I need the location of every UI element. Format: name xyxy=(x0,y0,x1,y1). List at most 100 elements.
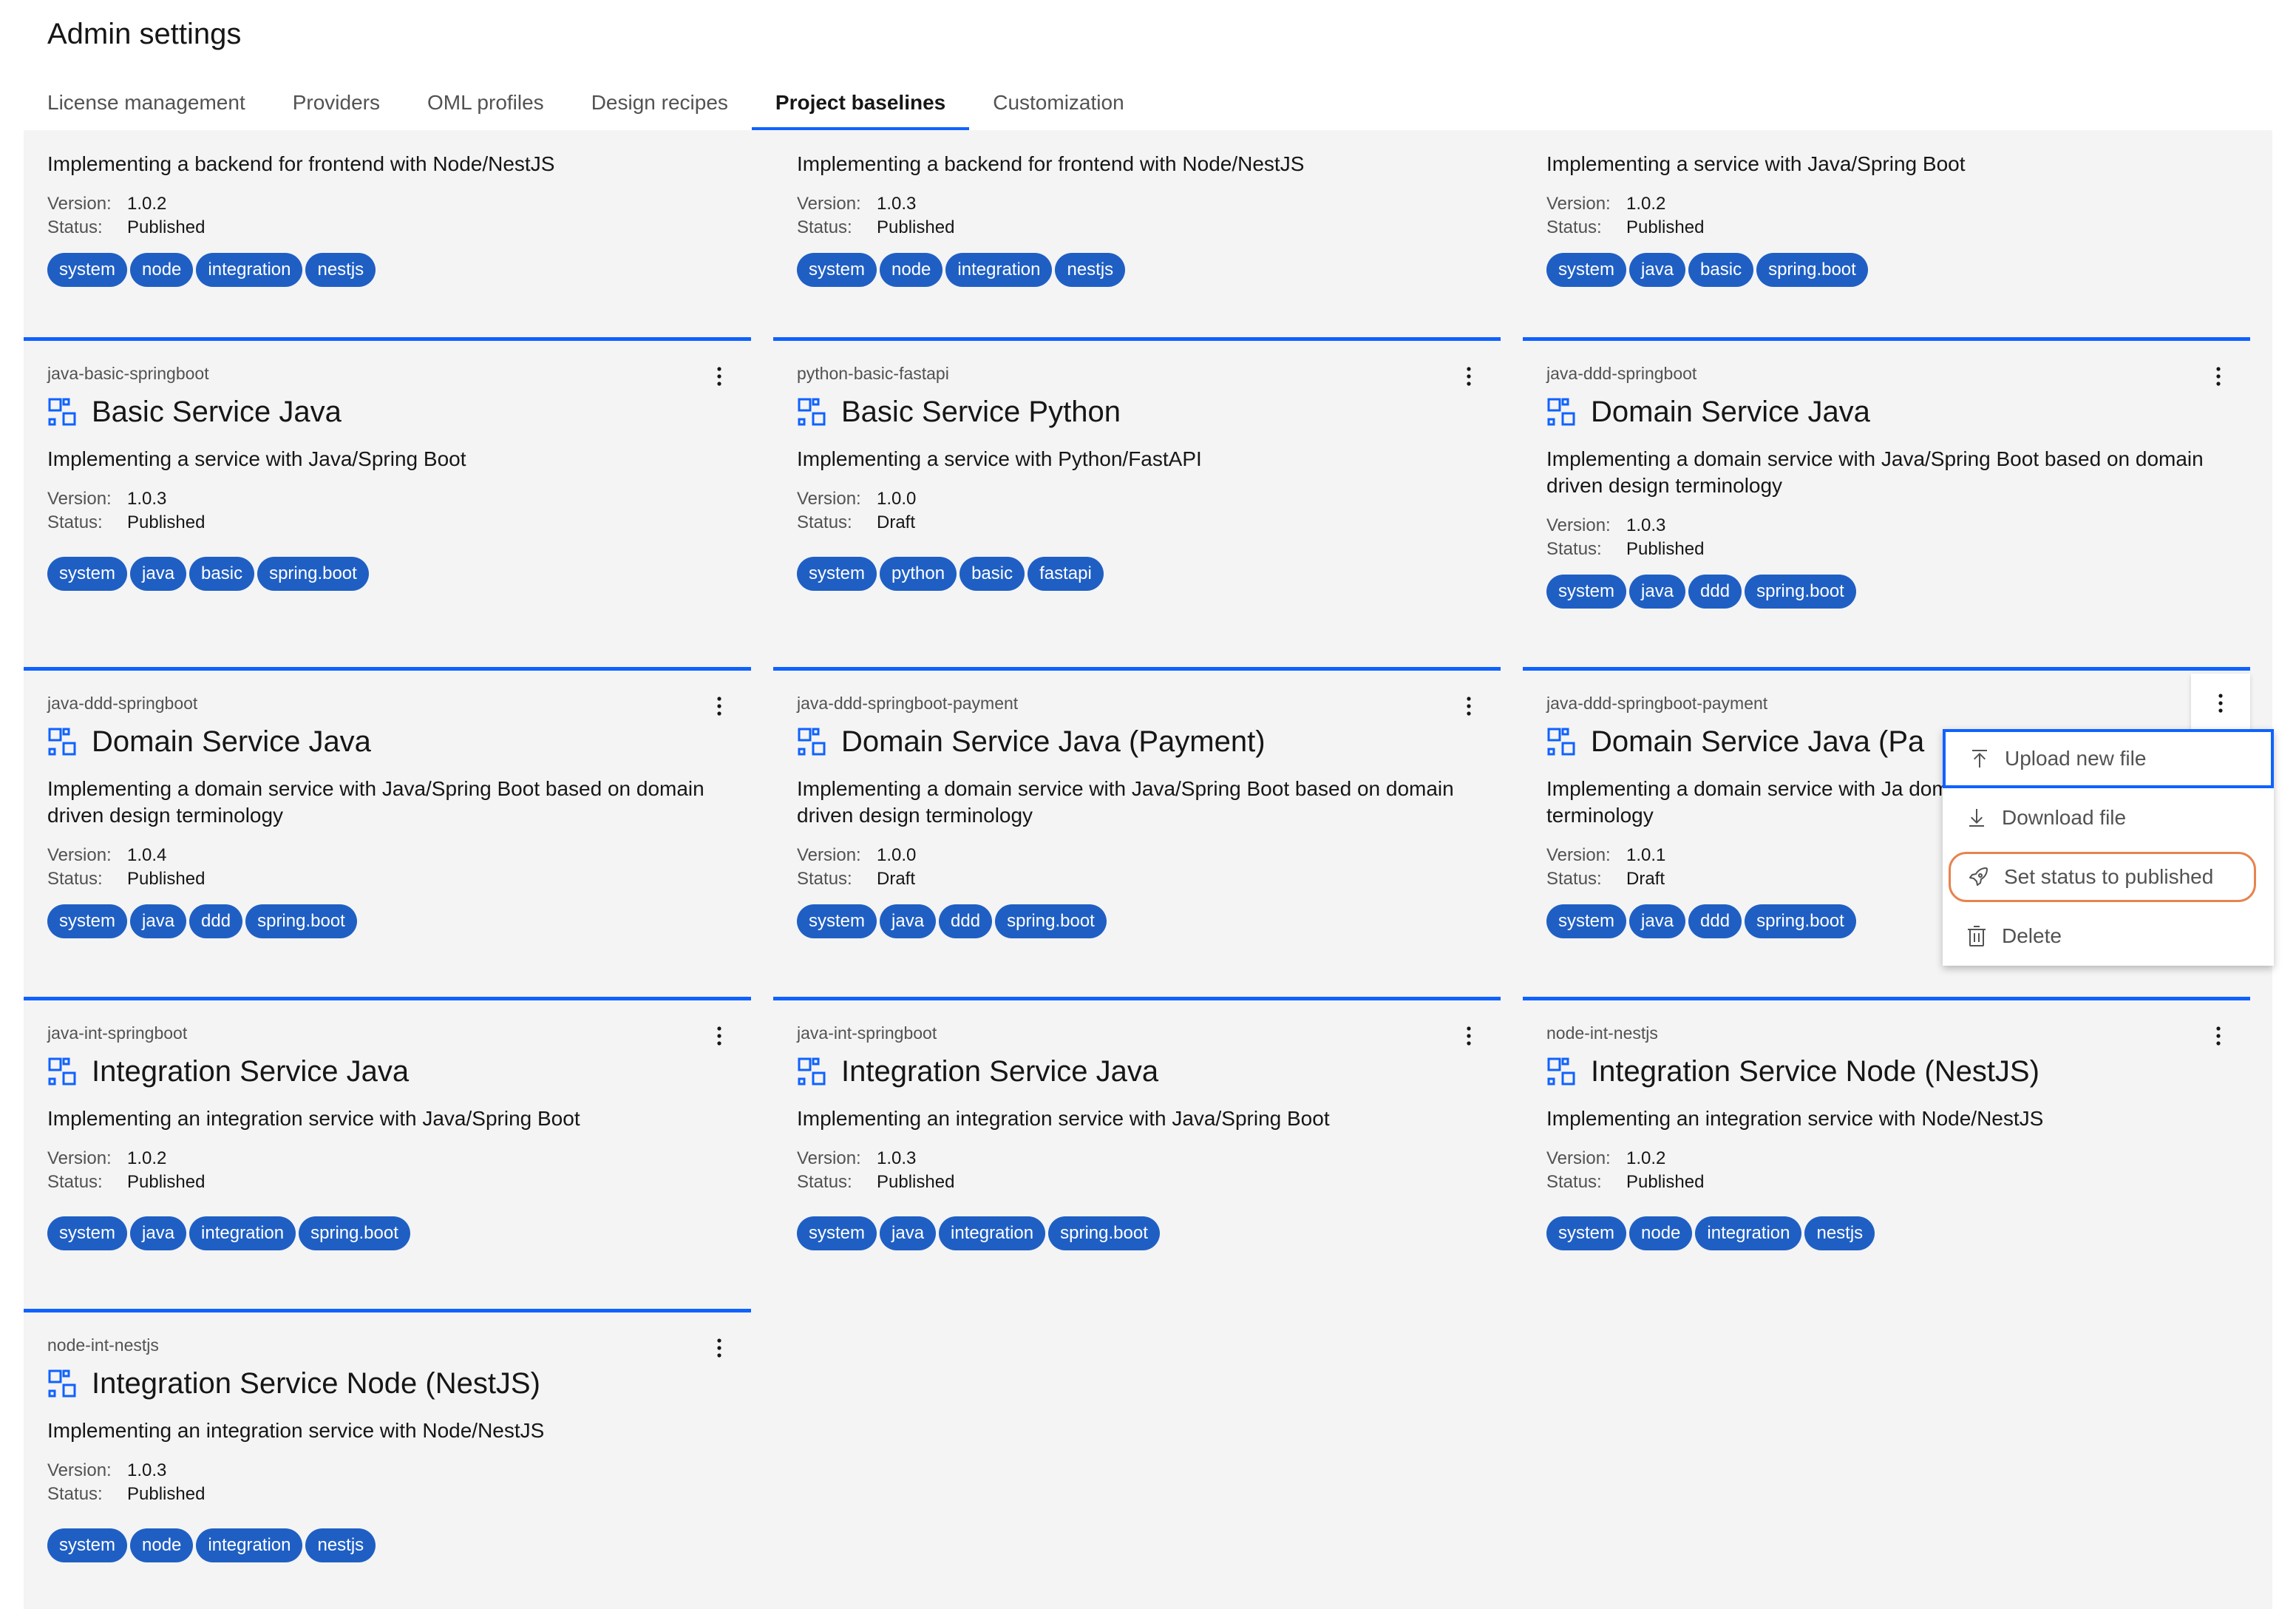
overflow-menu-button[interactable] xyxy=(2207,362,2229,391)
status-value: Published xyxy=(1626,217,1705,237)
overflow-menu-button[interactable] xyxy=(708,691,730,721)
baseline-card[interactable]: java-ddd-springboot Domain Service Java Im… xyxy=(24,667,751,976)
overflow-menu-button[interactable] xyxy=(708,1021,730,1051)
overflow-menu-button[interactable] xyxy=(708,1333,730,1363)
tag: spring.boot xyxy=(995,904,1107,938)
baseline-meta: Version: 1.0.0 Status: Draft xyxy=(797,487,1477,535)
overflow-menu-icon xyxy=(2216,1026,2221,1046)
tag: ddd xyxy=(1688,575,1742,609)
overflow-menu-button[interactable] xyxy=(1458,362,1480,391)
baseline-card[interactable]: node-int-nestjs Integration Service Node … xyxy=(24,1309,751,1597)
baseline-icon xyxy=(798,1057,826,1085)
tag: spring.boot xyxy=(1745,575,1856,609)
tab-providers[interactable]: Providers xyxy=(269,78,404,130)
tag: ddd xyxy=(189,904,243,938)
baseline-description: Implementing a domain service with Java/… xyxy=(47,777,704,827)
version-value: 1.0.3 xyxy=(127,489,167,509)
tag: ddd xyxy=(939,904,993,938)
tag: node xyxy=(880,253,943,287)
overflow-menu-button[interactable] xyxy=(1458,1021,1480,1051)
baseline-id: java-ddd-springboot xyxy=(1546,364,1697,383)
tag: java xyxy=(130,557,187,591)
baseline-icon xyxy=(48,1369,76,1398)
card-title-row: Integration Service Node (NestJS) xyxy=(1546,1054,2227,1089)
baseline-id: java-ddd-springboot-payment xyxy=(1546,694,1768,713)
tag: basic xyxy=(1688,253,1754,287)
tab-oml-profiles[interactable]: OML profiles xyxy=(404,78,568,130)
tag: system xyxy=(47,1216,128,1250)
baseline-description: Implementing a domain service with Java/… xyxy=(797,777,1454,827)
tag-list: system node integration nestjs xyxy=(47,1528,727,1562)
baseline-description: Implementing a backend for frontend with… xyxy=(47,152,555,175)
baseline-card[interactable]: node-int-nestjs Integration Service Node … xyxy=(1523,997,2250,1285)
tag: spring.boot xyxy=(1756,253,1868,287)
card-title-row: Integration Service Java xyxy=(797,1054,1477,1089)
menu-item-delete[interactable]: Delete xyxy=(1943,907,2274,966)
tag: python xyxy=(880,557,957,591)
tag: basic xyxy=(189,557,255,591)
baseline-id: java-basic-springboot xyxy=(47,364,209,383)
status-label: Status: xyxy=(47,1484,103,1504)
baseline-card[interactable]: java-int-springboot Integration Service J… xyxy=(773,997,1501,1285)
card-title-row: Integration Service Node (NestJS) xyxy=(47,1366,727,1401)
tag: java xyxy=(1629,253,1686,287)
version-label: Version: xyxy=(1546,515,1611,535)
baseline-card[interactable]: python-basic-fastapi Basic Service Python… xyxy=(773,337,1501,646)
baseline-id: node-int-nestjs xyxy=(1546,1023,1658,1043)
baseline-card[interactable]: java-ddd-springboot Domain Service Java Im… xyxy=(1523,337,2250,646)
tag-list: system node integration nestjs xyxy=(797,253,1477,287)
menu-item-label: Delete xyxy=(2002,924,2062,947)
baseline-id: java-int-springboot xyxy=(47,1023,188,1043)
overflow-menu-button[interactable] xyxy=(2207,1021,2229,1051)
version-label: Version: xyxy=(1546,194,1611,214)
overflow-menu-button[interactable] xyxy=(2191,674,2250,733)
card-title-row: Domain Service Java xyxy=(47,724,727,759)
status-label: Status: xyxy=(797,217,852,237)
overflow-menu-button[interactable] xyxy=(1458,691,1480,721)
menu-item-download[interactable]: Download file xyxy=(1943,788,2274,847)
version-label: Version: xyxy=(797,489,861,509)
overflow-menu-icon xyxy=(717,1026,721,1046)
status-value: Published xyxy=(1626,1172,1705,1192)
status-value: Published xyxy=(127,869,206,889)
tag-list: system java basic spring.boot xyxy=(47,557,727,591)
baseline-icon xyxy=(48,1057,76,1085)
card-title-row: Basic Service Python xyxy=(797,394,1477,430)
tag: node xyxy=(130,1528,194,1562)
baseline-card[interactable]: Implementing a backend for frontend with… xyxy=(773,130,1501,312)
tab-design-recipes[interactable]: Design recipes xyxy=(568,78,752,130)
baseline-meta: Version: 1.0.3 Status: Published xyxy=(47,487,727,535)
status-label: Status: xyxy=(797,1172,852,1192)
baseline-card[interactable]: Implementing a service with Java/Spring … xyxy=(1523,130,2250,312)
status-value: Published xyxy=(877,217,955,237)
overflow-menu-button[interactable] xyxy=(708,362,730,391)
status-value: Draft xyxy=(1626,869,1665,889)
baseline-icon xyxy=(1547,728,1575,756)
tab-customization[interactable]: Customization xyxy=(969,78,1147,130)
baseline-id: java-ddd-springboot xyxy=(47,694,198,713)
baseline-card[interactable]: java-ddd-springboot-payment Domain Servic… xyxy=(773,667,1501,976)
version-value: 1.0.2 xyxy=(127,194,167,214)
baseline-card[interactable]: java-int-springboot Integration Service J… xyxy=(24,997,751,1285)
tag: spring.boot xyxy=(299,1216,410,1250)
menu-item-upload[interactable]: Upload new file xyxy=(1943,729,2274,788)
baseline-description: Implementing a service with Java/Spring … xyxy=(1546,152,1966,175)
baseline-title: Domain Service Java xyxy=(92,725,371,758)
baseline-icon xyxy=(798,728,826,756)
tab-license-management[interactable]: License management xyxy=(24,78,269,130)
overflow-menu-icon xyxy=(2218,694,2223,713)
tab-bar: License management Providers OML profile… xyxy=(24,78,1148,130)
version-label: Version: xyxy=(47,194,112,214)
baseline-card[interactable]: java-basic-springboot Basic Service Java I… xyxy=(24,337,751,646)
tag: system xyxy=(1546,253,1627,287)
baseline-meta: Version: 1.0.2 Status: Published xyxy=(1546,192,2227,240)
tag: fastapi xyxy=(1028,557,1104,591)
tag: spring.boot xyxy=(245,904,357,938)
tag: java xyxy=(130,1216,187,1250)
baseline-card[interactable]: Implementing a backend for frontend with… xyxy=(24,130,751,312)
baseline-icon xyxy=(48,398,76,426)
status-label: Status: xyxy=(1546,217,1602,237)
tab-project-baselines[interactable]: Project baselines xyxy=(751,78,970,130)
version-label: Version: xyxy=(47,1460,112,1480)
menu-item-set-published[interactable]: Set status to published xyxy=(1949,852,2256,902)
